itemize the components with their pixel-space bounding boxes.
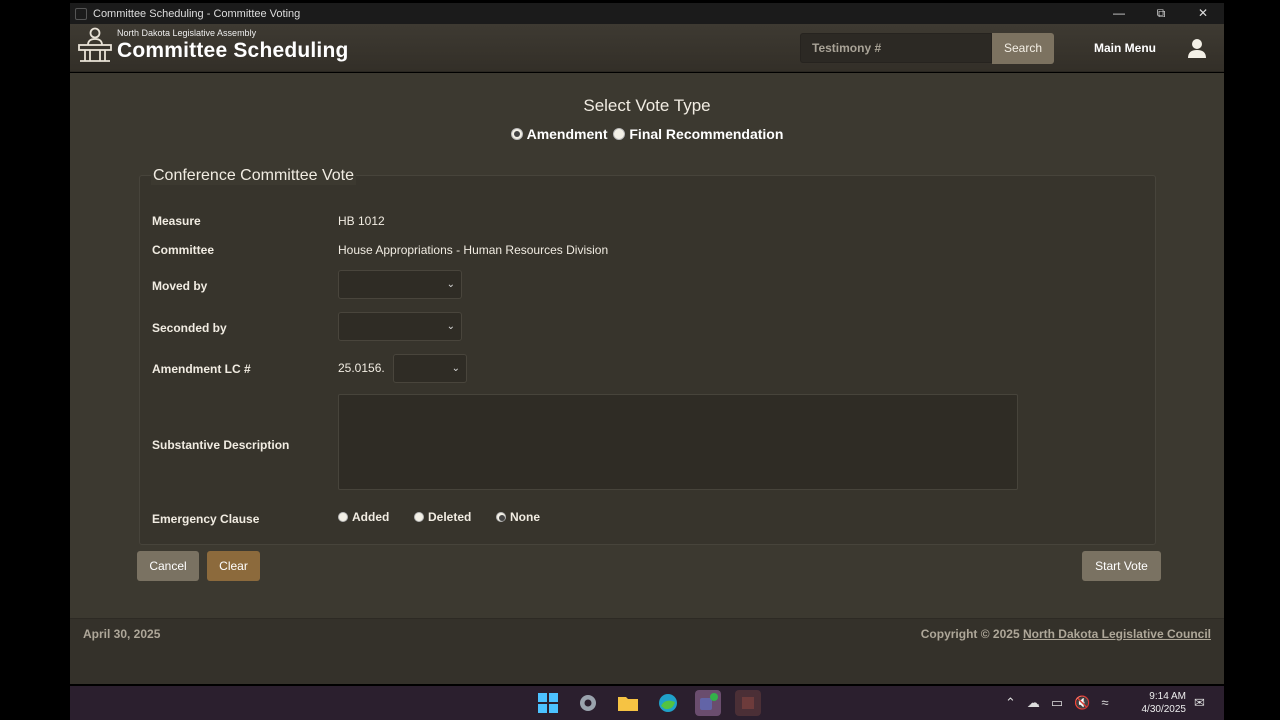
chevron-down-icon: ⌄	[446, 321, 455, 332]
close-button[interactable]: ✕	[1182, 3, 1224, 24]
emergency-added-option[interactable]: Added	[338, 510, 389, 524]
footer-date: April 30, 2025	[83, 627, 161, 641]
restore-button[interactable]: ⧉	[1140, 3, 1182, 24]
emergency-clause-label: Emergency Clause	[152, 512, 260, 526]
minimize-button[interactable]: —	[1098, 3, 1140, 24]
chevron-up-icon[interactable]: ⌃	[1005, 695, 1016, 711]
windows-start-icon[interactable]	[535, 690, 561, 716]
app-header: North Dakota Legislative Assembly Commit…	[70, 24, 1224, 72]
substantive-description-textarea[interactable]	[338, 394, 1018, 490]
final-recommendation-radio[interactable]	[613, 128, 626, 140]
measure-value: HB 1012	[338, 214, 385, 228]
taskbar-apps	[535, 690, 775, 716]
amendment-lc-prefix: 25.0156.	[338, 361, 385, 375]
org-name: North Dakota Legislative Assembly	[117, 28, 257, 38]
testimony-search-input[interactable]: Testimony #	[800, 33, 992, 63]
network-icon[interactable]: ≈	[1101, 695, 1108, 711]
cancel-button[interactable]: Cancel	[137, 551, 199, 581]
emergency-added-radio[interactable]	[338, 512, 348, 522]
os-taskbar: ⌃ ☁ ▭ 🔇 ≈ 9:14 AM 4/30/2025 ✉	[70, 686, 1224, 720]
window-controls: — ⧉ ✕	[1098, 3, 1224, 24]
emergency-deleted-label: Deleted	[428, 510, 472, 524]
notification-icon[interactable]: ✉	[1194, 695, 1205, 711]
volume-muted-icon[interactable]: 🔇	[1074, 695, 1090, 711]
file-explorer-icon[interactable]	[615, 690, 641, 716]
panel-title: Conference Committee Vote	[151, 167, 356, 185]
amendment-radio[interactable]	[510, 128, 523, 140]
system-tray: ⌃ ☁ ▭ 🔇 ≈	[1005, 695, 1120, 711]
clock-date: 4/30/2025	[1141, 704, 1187, 715]
vote-type-options: Amendment Final Recommendation	[70, 126, 1224, 143]
window-titlebar: Committee Scheduling - Committee Voting …	[70, 3, 1224, 24]
app-window-icon	[75, 7, 87, 20]
main-menu-link[interactable]: Main Menu	[1094, 41, 1156, 55]
amendment-lc-label: Amendment LC #	[152, 362, 251, 376]
emergency-none-option[interactable]: None	[496, 510, 540, 524]
emergency-deleted-radio[interactable]	[414, 512, 424, 522]
window-title: Committee Scheduling - Committee Voting	[93, 7, 301, 20]
copyright-text: Copyright © 2025	[920, 627, 1023, 641]
chevron-down-icon: ⌄	[446, 279, 455, 290]
substantive-description-label: Substantive Description	[152, 438, 290, 452]
search-button[interactable]: Search	[992, 33, 1054, 64]
vote-type-title: Select Vote Type	[583, 96, 711, 115]
display-icon[interactable]: ▭	[1051, 695, 1063, 711]
start-vote-button[interactable]: Start Vote	[1082, 551, 1161, 581]
legislative-council-link[interactable]: North Dakota Legislative Council	[1023, 627, 1211, 641]
committee-value: House Appropriations - Human Resources D…	[338, 243, 609, 257]
final-recommendation-radio-label: Final Recommendation	[629, 126, 784, 142]
emergency-none-radio[interactable]	[496, 512, 506, 522]
settings-icon[interactable]	[575, 690, 601, 716]
amendment-radio-label: Amendment	[526, 126, 608, 142]
teams-icon[interactable]	[695, 690, 721, 716]
app-icon[interactable]	[735, 690, 761, 716]
app-name[interactable]: Committee Scheduling	[117, 39, 349, 63]
clear-button[interactable]: Clear	[207, 551, 260, 581]
emergency-deleted-option[interactable]: Deleted	[414, 510, 471, 524]
main-content: Select Vote Type Amendment Final Recomme…	[70, 73, 1224, 618]
page-footer: April 30, 2025 Copyright © 2025 North Da…	[70, 618, 1224, 684]
emergency-none-label: None	[510, 510, 540, 524]
emergency-added-label: Added	[352, 510, 390, 524]
committee-label: Committee	[152, 243, 215, 257]
footer-copyright: Copyright © 2025 North Dakota Legislativ…	[921, 627, 1211, 641]
moved-by-label: Moved by	[152, 279, 208, 293]
user-icon[interactable]	[1186, 37, 1208, 59]
moved-by-select[interactable]: ⌄	[338, 270, 462, 299]
measure-label: Measure	[152, 214, 201, 228]
chevron-down-icon: ⌄	[451, 363, 460, 374]
vote-type-final-recommendation[interactable]: Final Recommendation	[613, 126, 783, 142]
amendment-lc-select[interactable]: ⌄	[393, 354, 467, 383]
clock-time: 9:14 AM	[1149, 691, 1186, 702]
seconded-by-label: Seconded by	[152, 321, 227, 335]
taskbar-clock[interactable]: 9:14 AM 4/30/2025	[1134, 690, 1187, 716]
logo-podium-icon	[78, 27, 112, 62]
seconded-by-select[interactable]: ⌄	[338, 312, 462, 341]
vote-type-amendment[interactable]: Amendment	[510, 126, 608, 142]
edge-browser-icon[interactable]	[655, 690, 681, 716]
onedrive-icon[interactable]: ☁	[1027, 695, 1040, 711]
